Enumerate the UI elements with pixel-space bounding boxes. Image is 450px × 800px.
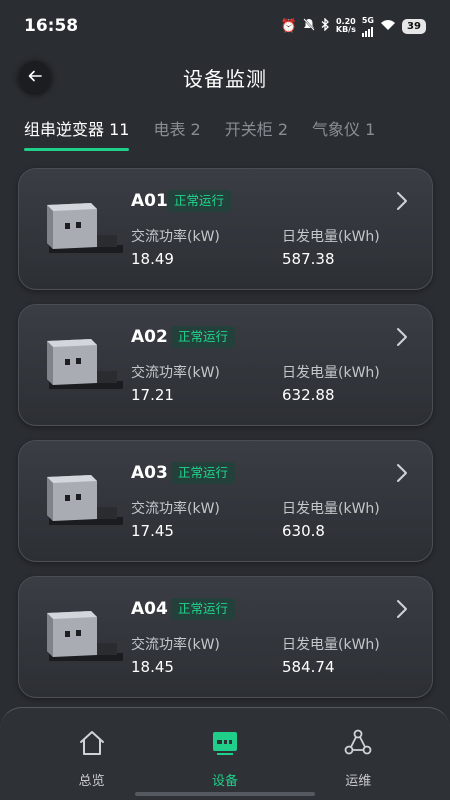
device-card[interactable]: A02 正常运行 交流功率(kW) 日发电量(kWh) 17.21 632.88 — [18, 304, 433, 426]
status-badge: 正常运行 — [167, 190, 232, 212]
bottom-nav: 总览 设备 运维 — [0, 707, 450, 800]
page-header: 设备监测 — [0, 52, 450, 102]
chevron-right-icon — [397, 328, 407, 346]
device-card[interactable]: A01 正常运行 交流功率(kW) 日发电量(kWh) 18.49 587.38 — [18, 168, 433, 290]
device-card[interactable]: A04 正常运行 交流功率(kW) 日发电量(kWh) 18.45 584.74 — [18, 576, 433, 698]
home-indicator — [135, 792, 315, 796]
back-button[interactable] — [18, 59, 52, 93]
network-icon — [344, 729, 372, 755]
wifi-icon — [380, 19, 396, 34]
bluetooth-icon — [321, 17, 330, 34]
energy-value: 632.88 — [282, 386, 335, 404]
network-type: 5G — [361, 15, 374, 25]
energy-value: 630.8 — [282, 522, 325, 540]
nav-maintenance-label: 运维 — [345, 774, 372, 789]
device-icon — [212, 732, 237, 755]
nav-overview-label: 总览 — [78, 774, 105, 789]
tab-meter[interactable]: 电表 2 — [153, 112, 200, 140]
status-badge: 正常运行 — [171, 598, 236, 620]
nav-maintenance[interactable]: 运维 — [313, 708, 403, 800]
device-name: A03 — [131, 463, 168, 483]
inverter-icon — [47, 203, 123, 253]
chevron-right-icon — [397, 192, 407, 210]
net-speed-unit: KB/s — [335, 25, 356, 34]
nav-devices[interactable]: 设备 — [180, 708, 270, 800]
tab-weather-station[interactable]: 气象仪 1 — [312, 112, 375, 140]
power-label: 交流功率(kW) — [131, 637, 220, 653]
inverter-icon — [47, 339, 123, 389]
nav-overview[interactable]: 总览 — [47, 708, 137, 800]
energy-label: 日发电量(kWh) — [282, 365, 380, 381]
device-type-tabs: 组串逆变器 11 电表 2 开关柜 2 气象仪 1 — [0, 112, 450, 156]
signal-icon — [361, 25, 373, 37]
page-title: 设备监测 — [183, 66, 267, 91]
energy-label: 日发电量(kWh) — [282, 637, 380, 653]
status-icons: ⏰ 0.20 KB/s 5G 39 — [281, 16, 426, 37]
energy-label: 日发电量(kWh) — [282, 501, 380, 517]
power-value: 18.45 — [131, 658, 174, 676]
device-list: A01 正常运行 交流功率(kW) 日发电量(kWh) 18.49 587.38… — [18, 168, 433, 712]
device-name: A04 — [131, 599, 168, 619]
status-bar: 16:58 ⏰ 0.20 KB/s 5G 39 — [0, 0, 450, 52]
tab-switchgear[interactable]: 开关柜 2 — [225, 112, 288, 140]
inverter-icon — [47, 611, 123, 661]
power-label: 交流功率(kW) — [131, 229, 220, 245]
energy-value: 584.74 — [282, 658, 335, 676]
nav-devices-label: 设备 — [211, 774, 238, 789]
chevron-right-icon — [397, 464, 407, 482]
inverter-icon — [47, 475, 123, 525]
cellular-group: 5G — [361, 15, 374, 37]
status-badge: 正常运行 — [171, 462, 236, 484]
alarm-icon: ⏰ — [280, 18, 297, 34]
device-card[interactable]: A03 正常运行 交流功率(kW) 日发电量(kWh) 17.45 630.8 — [18, 440, 433, 562]
power-label: 交流功率(kW) — [131, 365, 220, 381]
power-label: 交流功率(kW) — [131, 501, 220, 517]
tab-string-inverter[interactable]: 组串逆变器 11 — [24, 112, 130, 151]
power-value: 17.21 — [131, 386, 174, 404]
home-icon — [79, 731, 104, 755]
power-value: 17.45 — [131, 522, 174, 540]
net-speed: 0.20 KB/s — [336, 18, 356, 34]
energy-value: 587.38 — [282, 250, 335, 268]
power-value: 18.49 — [131, 250, 174, 268]
arrow-left-icon — [28, 70, 42, 82]
status-badge: 正常运行 — [171, 326, 236, 348]
mute-icon — [303, 18, 315, 34]
battery-indicator: 39 — [402, 18, 426, 34]
status-time: 16:58 — [24, 16, 79, 36]
energy-label: 日发电量(kWh) — [282, 229, 380, 245]
device-name: A02 — [131, 327, 168, 347]
chevron-right-icon — [397, 600, 407, 618]
device-name: A01 — [131, 191, 168, 211]
